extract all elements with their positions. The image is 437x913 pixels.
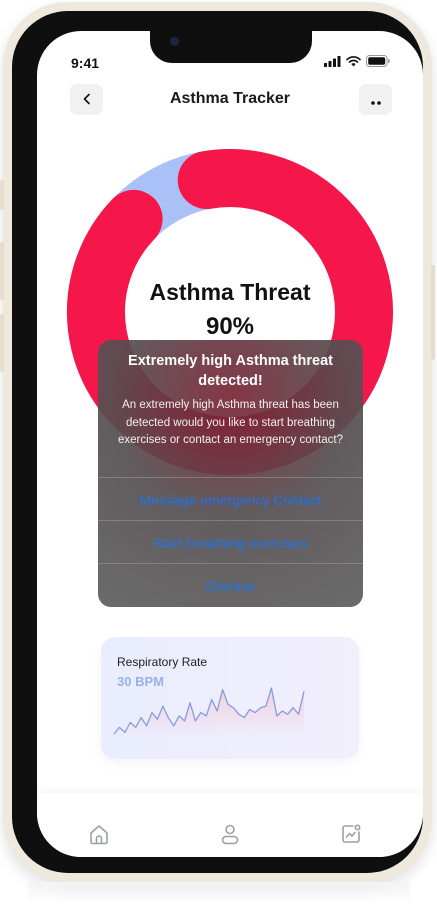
front-camera	[170, 37, 179, 46]
dismiss-button[interactable]: Dismiss	[98, 563, 363, 607]
message-emergency-contact-button[interactable]: Message emergency Contact	[98, 477, 363, 521]
wifi-icon	[346, 52, 361, 71]
threat-value: 90%	[205, 313, 255, 340]
phone-frame: 9:41 Asthma Tracker Asthma Threat 90% Ex…	[0, 2, 435, 882]
side-button-power	[431, 265, 435, 360]
respiratory-rate-card[interactable]: Respiratory Rate 30 BPM	[101, 637, 359, 759]
status-icons	[324, 53, 390, 69]
signal-icon	[324, 52, 341, 71]
side-button-mute	[0, 180, 4, 210]
home-icon	[88, 823, 110, 849]
screen: 9:41 Asthma Tracker Asthma Threat 90% Ex…	[37, 31, 423, 857]
side-button-volume-up	[0, 242, 4, 300]
nav-profile[interactable]	[217, 823, 243, 849]
alert-title: Extremely high Asthma threat detected!	[128, 353, 333, 389]
respiratory-rate-chart	[113, 687, 305, 737]
threat-alert-dialog: Extremely high Asthma threat detected! A…	[98, 340, 363, 607]
status-time: 9:41	[71, 55, 100, 71]
phone-bezel: 9:41 Asthma Tracker Asthma Threat 90% Ex…	[12, 11, 423, 873]
nav-stats[interactable]	[338, 823, 364, 849]
alert-message: An extremely high Asthma threat has been…	[117, 399, 343, 446]
notch	[150, 31, 312, 63]
bottom-nav	[37, 793, 423, 857]
phone-shadow	[28, 882, 410, 904]
chart-icon	[340, 823, 362, 849]
respiratory-rate-area	[114, 688, 304, 737]
start-breathing-exercises-button[interactable]: Start breathing exercises	[98, 520, 363, 564]
side-button-volume-down	[0, 314, 4, 372]
more-dots-icon	[370, 90, 382, 109]
user-icon	[219, 823, 241, 849]
battery-icon	[366, 52, 390, 71]
more-button[interactable]	[359, 84, 392, 115]
nav-home[interactable]	[86, 823, 112, 849]
respiratory-rate-label: Respiratory Rate	[117, 655, 208, 669]
threat-label: Asthma Threat	[149, 279, 311, 305]
